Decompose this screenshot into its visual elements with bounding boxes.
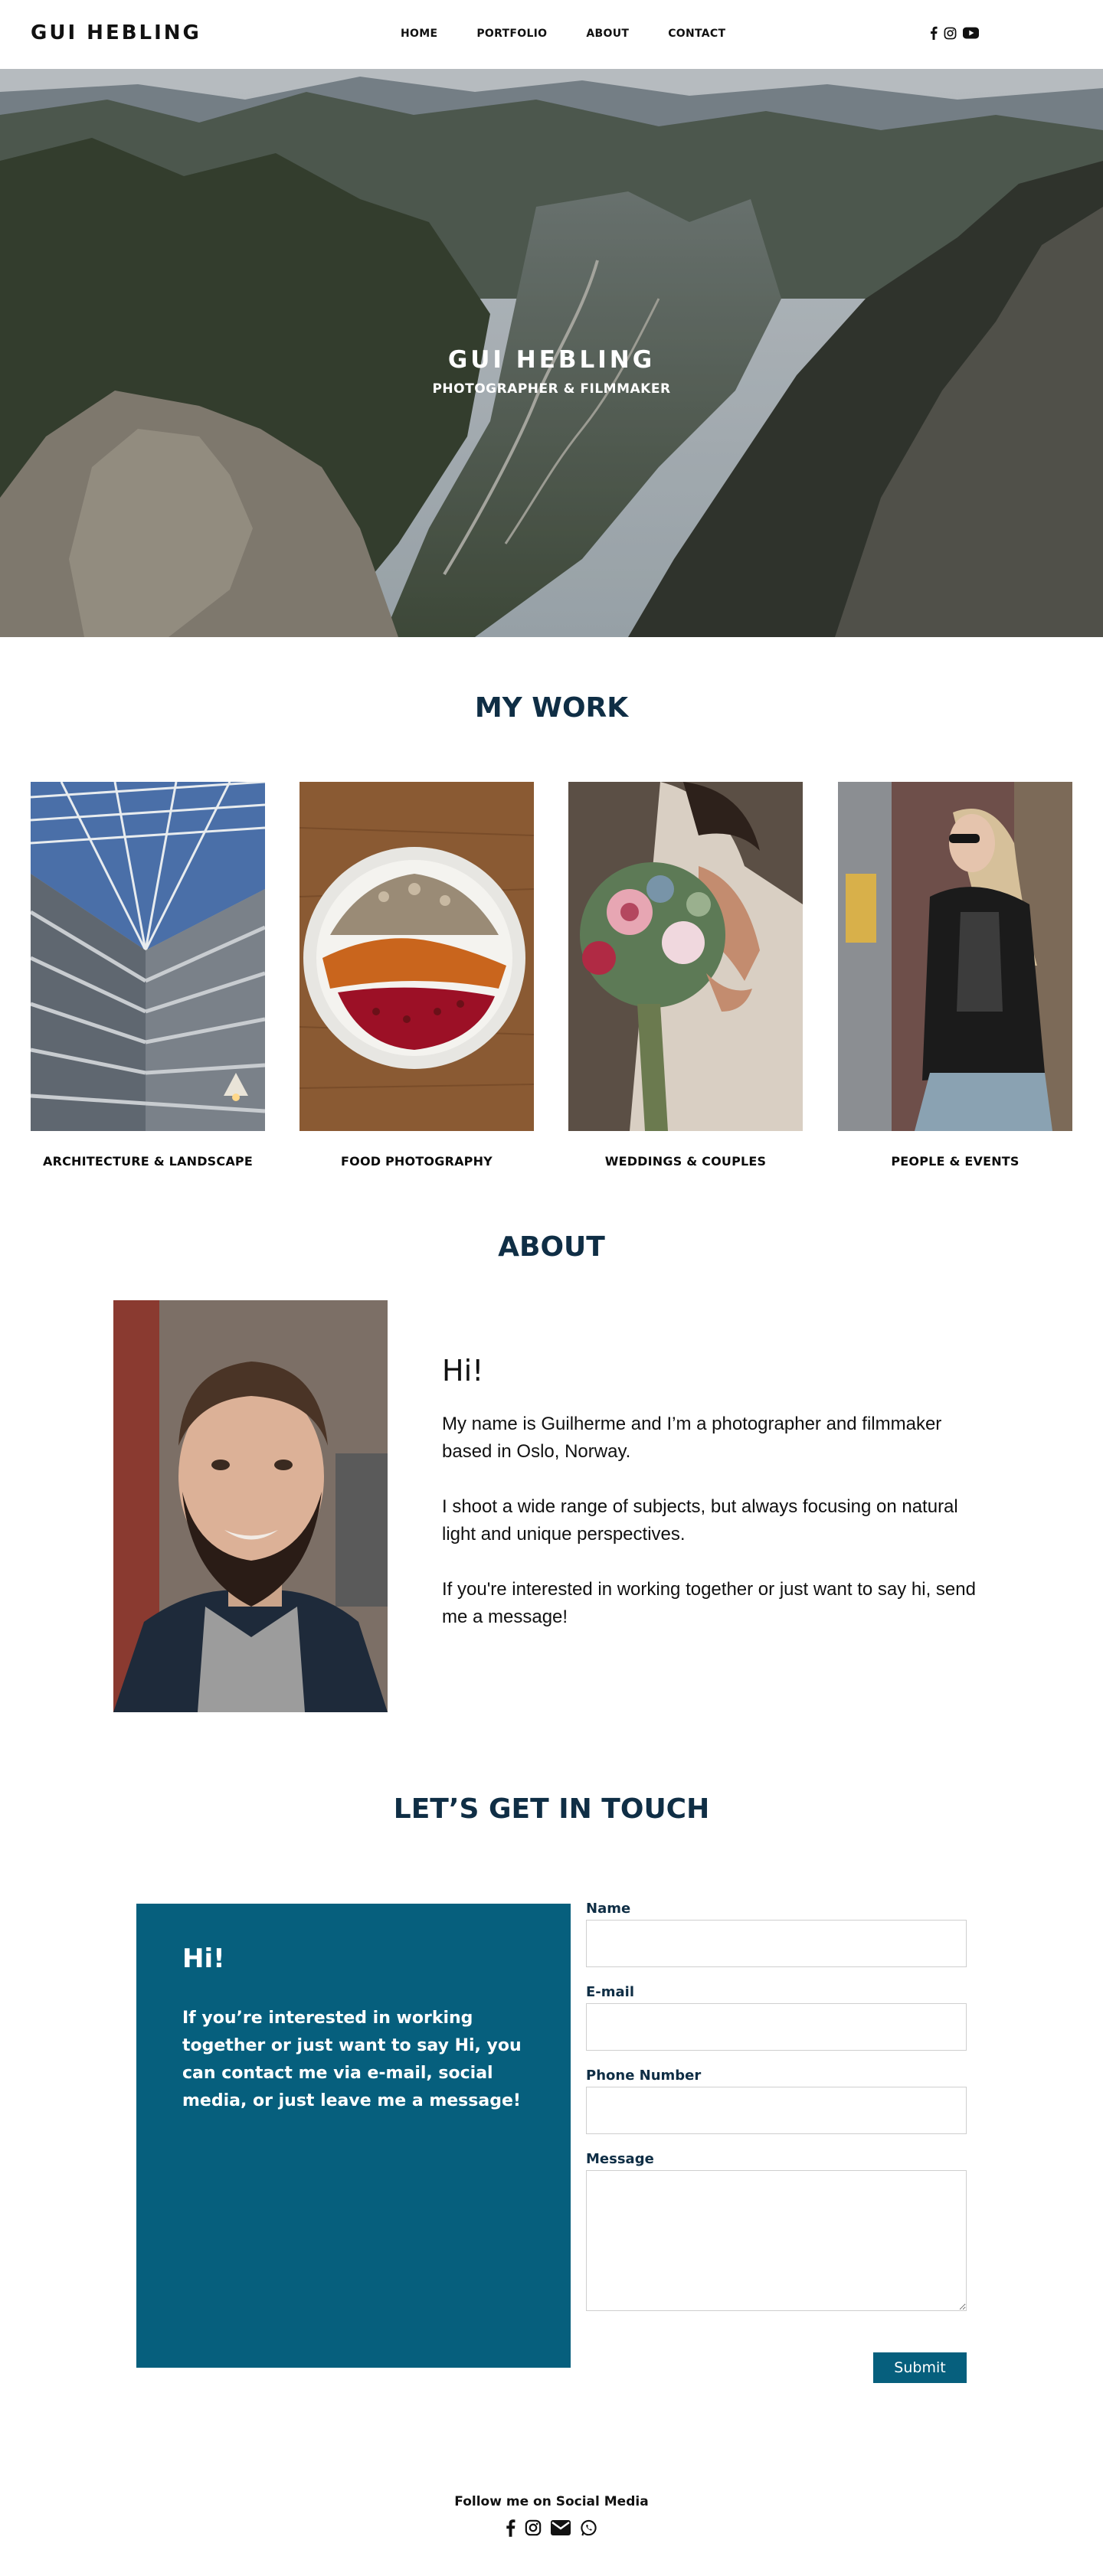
about-paragraph: If you're interested in working together…: [442, 1579, 976, 1627]
portfolio-card-people[interactable]: PEOPLE & EVENTS: [838, 782, 1072, 1169]
hero-text: GUI HEBLING PHOTOGRAPHER & FILMMAKER: [0, 346, 1103, 397]
email-input[interactable]: [586, 2003, 967, 2051]
nav-home[interactable]: HOME: [401, 28, 437, 40]
brand-logo[interactable]: GUI HEBLING: [31, 21, 201, 44]
about-greeting: Hi!: [442, 1354, 484, 1388]
card-caption[interactable]: WEDDINGS & COUPLES: [568, 1154, 803, 1169]
portfolio-card-weddings[interactable]: WEDDINGS & COUPLES: [568, 782, 803, 1169]
contact-form: Name E-mail Phone Number Message Submit: [586, 1901, 967, 2383]
portrait-photo: [113, 1300, 388, 1712]
facebook-icon[interactable]: [930, 26, 938, 40]
message-textarea[interactable]: [586, 2170, 967, 2311]
message-label: Message: [586, 2151, 654, 2167]
facebook-icon[interactable]: [506, 2519, 515, 2537]
card-caption[interactable]: FOOD PHOTOGRAPHY: [299, 1154, 534, 1169]
nav-about[interactable]: ABOUT: [586, 28, 629, 40]
hero-title: GUI HEBLING: [447, 346, 656, 374]
food-photo[interactable]: [299, 782, 534, 1131]
about-paragraph: My name is Guilherme and I’m a photograp…: [442, 1414, 942, 1462]
name-input[interactable]: [586, 1920, 967, 1967]
nav-contact[interactable]: CONTACT: [668, 28, 725, 40]
phone-input[interactable]: [586, 2087, 967, 2134]
phone-label: Phone Number: [586, 2068, 702, 2084]
contact-message: If you’re interested in working together…: [182, 2009, 522, 2110]
email-icon[interactable]: [551, 2519, 571, 2537]
email-label: E-mail: [586, 1984, 635, 2000]
youtube-icon[interactable]: [963, 27, 979, 39]
about-title: ABOUT: [498, 1231, 605, 1263]
contact-info-panel: Hi! If you’re interested in working toge…: [136, 1904, 571, 2368]
portfolio-card-architecture[interactable]: ARCHITECTURE & LANDSCAPE: [31, 782, 265, 1169]
site-footer: Follow me on Social Media: [0, 2423, 1103, 2570]
whatsapp-icon[interactable]: [580, 2519, 597, 2537]
hero-subtitle: PHOTOGRAPHER & FILMMAKER: [432, 381, 671, 397]
portfolio-card-food[interactable]: FOOD PHOTOGRAPHY: [299, 782, 534, 1169]
people-photo[interactable]: [838, 782, 1072, 1131]
card-caption[interactable]: PEOPLE & EVENTS: [838, 1154, 1072, 1169]
instagram-icon[interactable]: [944, 27, 957, 40]
main-nav: HOME PORTFOLIO ABOUT CONTACT: [401, 28, 764, 40]
weddings-photo[interactable]: [568, 782, 803, 1131]
my-work-title: MY WORK: [474, 692, 629, 724]
name-label: Name: [586, 1901, 631, 1917]
contact-greeting: Hi!: [182, 1943, 225, 1974]
architecture-photo[interactable]: [31, 782, 265, 1131]
submit-button[interactable]: Submit: [873, 2352, 967, 2383]
my-work-section: MY WORK ARCHITECTURE & LANDSCAPE FOOD PH…: [0, 637, 1103, 1231]
site-header: GUI HEBLING HOME PORTFOLIO ABOUT CONTACT: [0, 0, 1103, 69]
about-paragraph: I shoot a wide range of subjects, but al…: [442, 1496, 958, 1545]
nav-portfolio[interactable]: PORTFOLIO: [476, 28, 547, 40]
card-caption[interactable]: ARCHITECTURE & LANDSCAPE: [31, 1154, 265, 1169]
contact-section: LET’S GET IN TOUCH Hi! If you’re interes…: [0, 1793, 1103, 2423]
instagram-icon[interactable]: [525, 2519, 542, 2537]
about-text: Hi! My name is Guilherme and I’m a photo…: [442, 1354, 993, 1659]
portfolio-grid: ARCHITECTURE & LANDSCAPE FOOD PHOTOGRAPH…: [0, 782, 1103, 1180]
contact-title: LET’S GET IN TOUCH: [393, 1793, 710, 1825]
hero-banner: GUI HEBLING PHOTOGRAPHER & FILMMAKER: [0, 69, 1103, 637]
header-social-links: [930, 26, 979, 40]
footer-social-links: [0, 2519, 1103, 2537]
about-section: ABOUT Hi! My name is Guilherme and I’m a…: [0, 1231, 1103, 1793]
follow-text: Follow me on Social Media: [454, 2494, 649, 2509]
